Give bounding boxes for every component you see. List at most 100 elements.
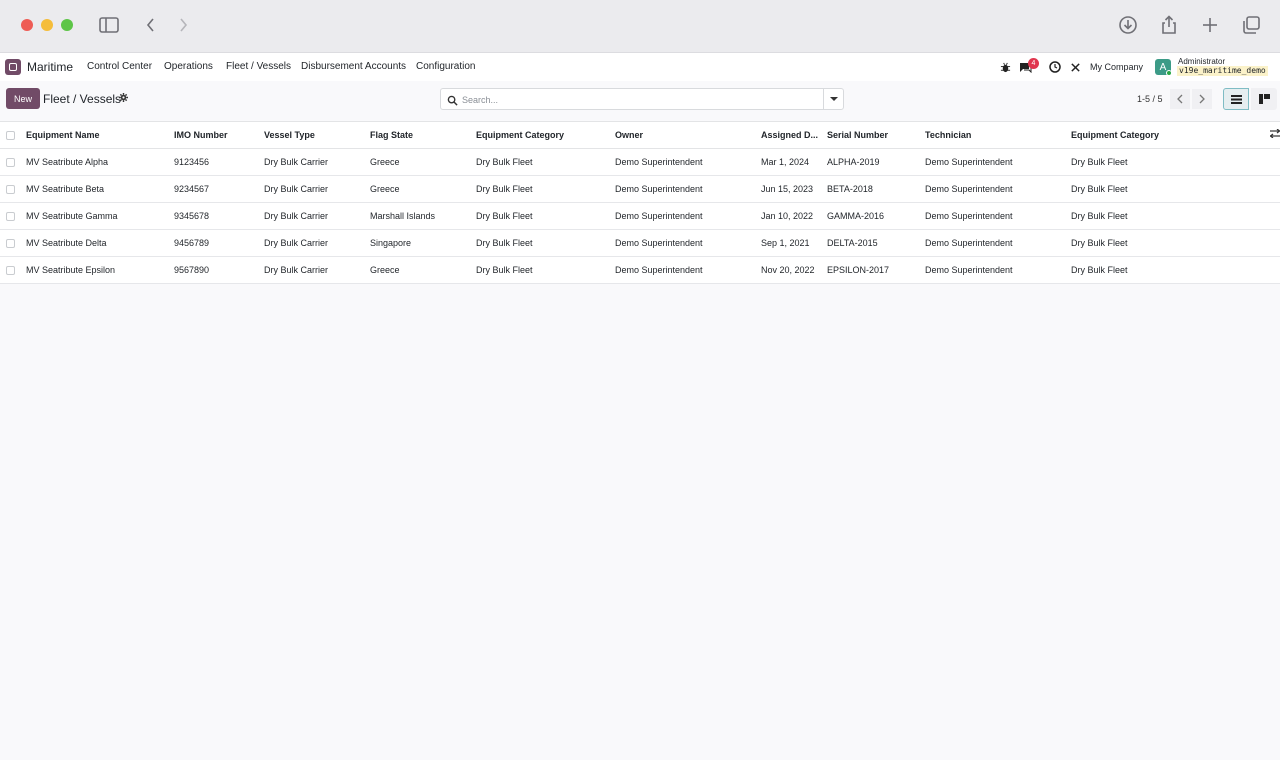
cell-equipment-category-2[interactable]: Dry Bulk Fleet <box>1071 229 1263 257</box>
row-checkbox[interactable] <box>6 185 15 195</box>
zoom-window-button[interactable] <box>61 19 73 31</box>
search-input[interactable] <box>462 92 822 107</box>
cell-imo-number[interactable]: 9567890 <box>174 256 264 284</box>
cell-flag-state[interactable]: Singapore <box>370 229 476 257</box>
column-header[interactable]: Technician <box>925 121 1071 149</box>
cell-flag-state[interactable]: Greece <box>370 148 476 176</box>
cell-equipment-name[interactable]: MV Seatribute Beta <box>20 175 174 203</box>
table-row[interactable]: MV Seatribute Beta 9234567 Dry Bulk Carr… <box>0 175 1280 203</box>
cell-equipment-category[interactable]: Dry Bulk Fleet <box>476 202 615 230</box>
cell-serial-number[interactable]: GAMMA-2016 <box>827 202 925 230</box>
user-name[interactable]: Administrator <box>1178 57 1225 66</box>
table-row[interactable]: MV Seatribute Delta 9456789 Dry Bulk Car… <box>0 229 1280 257</box>
column-header[interactable]: Serial Number <box>827 121 925 149</box>
row-checkbox-cell[interactable] <box>0 202 20 230</box>
minimize-window-button[interactable] <box>41 19 53 31</box>
gear-icon[interactable] <box>119 93 128 105</box>
menu-configuration[interactable]: Configuration <box>416 61 475 72</box>
cell-technician[interactable]: Demo Superintendent <box>925 229 1071 257</box>
cell-imo-number[interactable]: 9456789 <box>174 229 264 257</box>
row-checkbox-cell[interactable] <box>0 175 20 203</box>
share-icon[interactable] <box>1158 14 1180 36</box>
column-header[interactable]: Assigned D... <box>761 121 827 149</box>
cell-technician[interactable]: Demo Superintendent <box>925 148 1071 176</box>
column-header[interactable]: Equipment Name <box>20 121 174 149</box>
cell-equipment-category-2[interactable]: Dry Bulk Fleet <box>1071 148 1263 176</box>
cell-equipment-category-2[interactable]: Dry Bulk Fleet <box>1071 175 1263 203</box>
forward-icon[interactable] <box>172 14 194 36</box>
pager-value[interactable]: 1-5 / 5 <box>1137 94 1163 104</box>
cell-vessel-type[interactable]: Dry Bulk Carrier <box>264 202 370 230</box>
column-header[interactable]: Owner <box>615 121 761 149</box>
row-checkbox-cell[interactable] <box>0 148 20 176</box>
menu-control-center[interactable]: Control Center <box>87 61 152 72</box>
tools-icon[interactable] <box>1068 60 1082 74</box>
cell-vessel-type[interactable]: Dry Bulk Carrier <box>264 229 370 257</box>
cell-serial-number[interactable]: DELTA-2015 <box>827 229 925 257</box>
cell-technician[interactable]: Demo Superintendent <box>925 202 1071 230</box>
menu-disbursement-accounts[interactable]: Disbursement Accounts <box>301 61 406 72</box>
cell-assigned-date[interactable]: Jun 15, 2023 <box>761 175 827 203</box>
cell-owner[interactable]: Demo Superintendent <box>615 175 761 203</box>
cell-serial-number[interactable]: EPSILON-2017 <box>827 256 925 284</box>
table-row[interactable]: MV Seatribute Gamma 9345678 Dry Bulk Car… <box>0 202 1280 230</box>
cell-imo-number[interactable]: 9234567 <box>174 175 264 203</box>
search-options-toggle[interactable] <box>823 89 843 109</box>
cell-owner[interactable]: Demo Superintendent <box>615 229 761 257</box>
cell-equipment-category[interactable]: Dry Bulk Fleet <box>476 229 615 257</box>
menu-fleet-vessels[interactable]: Fleet / Vessels <box>226 61 291 72</box>
cell-flag-state[interactable]: Greece <box>370 256 476 284</box>
cell-owner[interactable]: Demo Superintendent <box>615 148 761 176</box>
list-view-button[interactable] <box>1223 88 1249 110</box>
download-icon[interactable] <box>1117 14 1139 36</box>
cell-equipment-name[interactable]: MV Seatribute Alpha <box>20 148 174 176</box>
column-header[interactable]: Equipment Category <box>476 121 615 149</box>
cell-imo-number[interactable]: 9123456 <box>174 148 264 176</box>
table-row[interactable]: MV Seatribute Alpha 9123456 Dry Bulk Car… <box>0 148 1280 176</box>
column-header[interactable]: IMO Number <box>174 121 264 149</box>
cell-owner[interactable]: Demo Superintendent <box>615 202 761 230</box>
cell-vessel-type[interactable]: Dry Bulk Carrier <box>264 256 370 284</box>
row-checkbox-cell[interactable] <box>0 256 20 284</box>
row-checkbox[interactable] <box>6 266 15 276</box>
back-icon[interactable] <box>140 14 162 36</box>
debug-bug-icon[interactable] <box>998 60 1012 74</box>
row-checkbox[interactable] <box>6 158 15 168</box>
new-button[interactable]: New <box>6 88 40 109</box>
column-header[interactable]: Vessel Type <box>264 121 370 149</box>
cell-flag-state[interactable]: Greece <box>370 175 476 203</box>
column-header[interactable]: Equipment Category <box>1071 121 1263 149</box>
close-window-button[interactable] <box>21 19 33 31</box>
optional-columns-toggle[interactable] <box>1263 121 1280 149</box>
cell-equipment-category-2[interactable]: Dry Bulk Fleet <box>1071 256 1263 284</box>
cell-assigned-date[interactable]: Sep 1, 2021 <box>761 229 827 257</box>
cell-equipment-name[interactable]: MV Seatribute Delta <box>20 229 174 257</box>
cell-serial-number[interactable]: BETA-2018 <box>827 175 925 203</box>
sidebar-icon[interactable] <box>98 14 120 36</box>
pager-previous-button[interactable] <box>1170 89 1190 109</box>
cell-technician[interactable]: Demo Superintendent <box>925 256 1071 284</box>
table-row[interactable]: MV Seatribute Epsilon 9567890 Dry Bulk C… <box>0 256 1280 284</box>
kanban-view-button[interactable] <box>1251 88 1277 110</box>
cell-assigned-date[interactable]: Nov 20, 2022 <box>761 256 827 284</box>
cell-assigned-date[interactable]: Jan 10, 2022 <box>761 202 827 230</box>
cell-owner[interactable]: Demo Superintendent <box>615 256 761 284</box>
company-switcher[interactable]: My Company <box>1090 62 1143 72</box>
app-logo-icon[interactable] <box>5 59 21 75</box>
column-header[interactable]: Flag State <box>370 121 476 149</box>
tabs-icon[interactable] <box>1240 14 1262 36</box>
plus-icon[interactable] <box>1199 14 1221 36</box>
select-all-checkbox[interactable] <box>6 131 15 141</box>
cell-flag-state[interactable]: Marshall Islands <box>370 202 476 230</box>
app-name[interactable]: Maritime <box>27 60 73 74</box>
row-checkbox-cell[interactable] <box>0 229 20 257</box>
cell-equipment-category[interactable]: Dry Bulk Fleet <box>476 256 615 284</box>
row-checkbox[interactable] <box>6 239 15 249</box>
cell-equipment-name[interactable]: MV Seatribute Gamma <box>20 202 174 230</box>
cell-imo-number[interactable]: 9345678 <box>174 202 264 230</box>
pager-next-button[interactable] <box>1192 89 1212 109</box>
row-checkbox[interactable] <box>6 212 15 222</box>
activity-clock-icon[interactable] <box>1048 60 1062 74</box>
cell-vessel-type[interactable]: Dry Bulk Carrier <box>264 175 370 203</box>
cell-technician[interactable]: Demo Superintendent <box>925 175 1071 203</box>
